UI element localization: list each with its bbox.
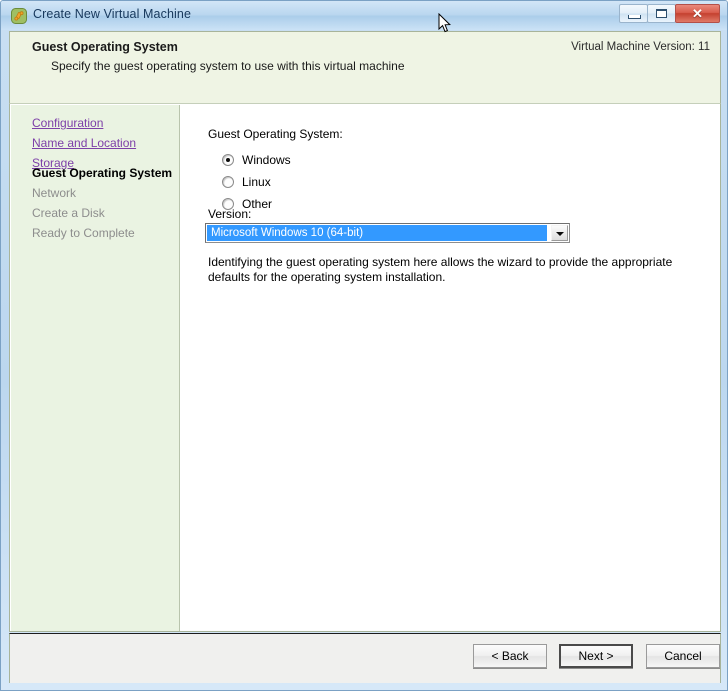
version-label: Version:	[208, 207, 252, 221]
vm-version-note: Virtual Machine Version: 11	[571, 41, 710, 53]
sidebar-item-name-and-location[interactable]: Name and Location	[32, 136, 136, 150]
minimize-button[interactable]	[619, 4, 648, 23]
sidebar-item-ready-to-complete: Ready to Complete	[32, 226, 135, 240]
wizard-body: Configuration Name and Location Storage …	[9, 103, 721, 632]
sidebar-item-configuration[interactable]: Configuration	[32, 116, 103, 130]
guest-os-group-label: Guest Operating System:	[208, 127, 343, 141]
wizard-content: Guest Operating System: Windows Linux Ot…	[180, 105, 720, 631]
page-title: Guest Operating System	[32, 40, 178, 54]
wizard-step-nav: Configuration Name and Location Storage …	[11, 105, 180, 631]
sidebar-item-guest-operating-system[interactable]: Guest Operating System	[32, 166, 172, 180]
maximize-icon	[656, 9, 667, 18]
maximize-button[interactable]	[647, 4, 676, 23]
wizard-window: Create New Virtual Machine ✕ Guest Opera…	[0, 0, 728, 691]
minimize-icon	[628, 15, 641, 19]
radio-windows-label: Windows	[242, 153, 291, 167]
version-dropdown[interactable]: Microsoft Windows 10 (64-bit)	[205, 223, 570, 243]
close-button[interactable]: ✕	[675, 4, 720, 23]
guest-os-description: Identifying the guest operating system h…	[208, 255, 673, 284]
radio-windows-indicator[interactable]	[222, 154, 234, 166]
sidebar-item-network: Network	[32, 186, 77, 200]
close-icon: ✕	[692, 6, 703, 21]
back-button[interactable]: < Back	[473, 644, 547, 668]
next-button[interactable]: Next >	[559, 644, 633, 668]
title-bar[interactable]: Create New Virtual Machine ✕	[1, 1, 727, 30]
wizard-footer: < Back Next > Cancel	[9, 633, 721, 683]
vm-app-icon	[11, 8, 27, 24]
cancel-button[interactable]: Cancel	[646, 644, 720, 668]
wizard-header: Guest Operating System Specify the guest…	[9, 31, 721, 103]
sidebar-item-create-a-disk: Create a Disk	[32, 206, 105, 220]
radio-linux-indicator[interactable]	[222, 176, 234, 188]
window-title: Create New Virtual Machine	[33, 7, 191, 21]
chevron-down-icon[interactable]	[551, 225, 568, 241]
radio-linux-label: Linux	[242, 175, 271, 189]
version-selected-value: Microsoft Windows 10 (64-bit)	[207, 225, 547, 241]
page-subtitle: Specify the guest operating system to us…	[51, 59, 405, 73]
